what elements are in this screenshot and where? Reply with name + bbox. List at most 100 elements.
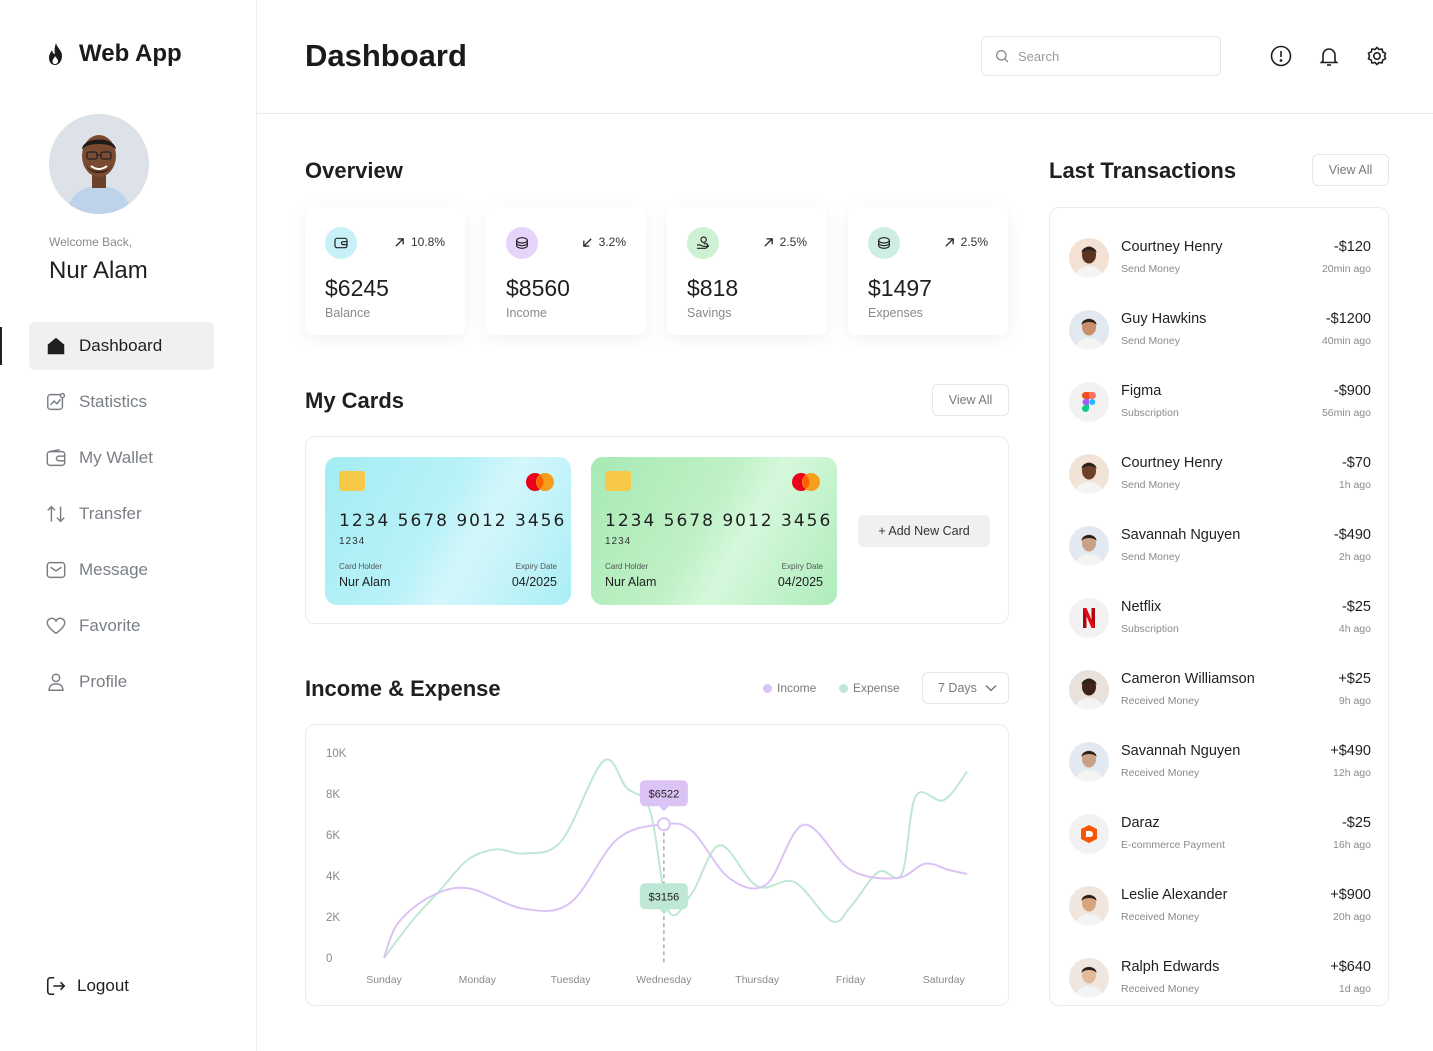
sidebar-item-label: Favorite: [79, 616, 141, 635]
sidebar-item-statistics[interactable]: Statistics: [29, 378, 214, 426]
stat-card-balance[interactable]: 10.8% $6245 Balance: [305, 207, 465, 335]
sidebar-item-dashboard[interactable]: Dashboard: [29, 322, 214, 370]
search-box[interactable]: [981, 36, 1221, 76]
logout-label: Logout: [77, 976, 129, 995]
person-avatar-icon: [1069, 742, 1109, 782]
cards-panel: 1234 5678 9012 3456 1234 Card Holder Nur…: [305, 436, 1009, 624]
transaction-type: Send Money: [1121, 263, 1180, 275]
transaction-amount: +$25: [1338, 671, 1371, 687]
income-expense-title: Income & Expense: [305, 676, 501, 701]
cards-view-all-button[interactable]: View All: [932, 384, 1009, 416]
credit-card[interactable]: 1234 5678 9012 3456 1234 Card Holder Nur…: [325, 457, 571, 605]
card-holder-label: Card Holder: [605, 562, 649, 571]
transaction-amount: -$70: [1341, 455, 1371, 471]
person-avatar-icon: [1069, 886, 1109, 926]
logout-icon: [46, 976, 66, 996]
legend-dot: [763, 683, 772, 693]
card-holder-name: Nur Alam: [339, 575, 391, 589]
stat-change: 10.8%: [394, 235, 445, 249]
logout-button[interactable]: Logout: [45, 974, 129, 998]
user-name: Nur Alam: [49, 257, 148, 284]
transaction-time: 1h ago: [1338, 479, 1371, 491]
brand[interactable]: Web App: [45, 40, 182, 68]
person-avatar-icon: [1069, 958, 1109, 998]
stat-card-income[interactable]: 3.2% $8560 Income: [486, 207, 646, 335]
transactions-view-all-button[interactable]: View All: [1312, 154, 1389, 186]
sidebar-item-message[interactable]: Message: [29, 546, 214, 594]
transaction-row[interactable]: Cameron Williamson Received Money +$25 9h a…: [1050, 659, 1390, 719]
profile-icon: [48, 673, 64, 691]
add-new-card-button[interactable]: + Add New Card: [858, 515, 990, 547]
person-avatar-icon: [1069, 526, 1109, 566]
sidebar-item-label: Profile: [79, 672, 128, 691]
card-sub-number: 1234: [605, 536, 632, 547]
heart-icon: [46, 617, 66, 635]
transaction-row[interactable]: Courtney Henry Send Money -$70 1h ago: [1050, 443, 1390, 503]
transaction-type: Received Money: [1121, 767, 1200, 779]
coins-icon: [506, 227, 538, 259]
stat-change-value: 2.5%: [779, 235, 807, 249]
arrow-up-right-icon: [395, 237, 404, 247]
transaction-row[interactable]: Savannah Nguyen Send Money -$490 2h ago: [1050, 515, 1390, 575]
alert-icon[interactable]: [1269, 44, 1293, 68]
transaction-name: Leslie Alexander: [1121, 887, 1228, 903]
stat-change-value: 2.5%: [960, 235, 988, 249]
transaction-row[interactable]: Courtney Henry Send Money -$120 20min ago: [1050, 227, 1390, 287]
card-expiry-date: 04/2025: [511, 575, 557, 589]
transaction-name: Savannah Nguyen: [1121, 527, 1241, 543]
transaction-row[interactable]: Figma Subscription -$900 56min ago: [1050, 371, 1390, 431]
transaction-name: Savannah Nguyen: [1121, 743, 1241, 759]
legend-label: Income: [777, 681, 817, 695]
transaction-row[interactable]: Savannah Nguyen Received Money +$490 12h ag…: [1050, 731, 1390, 791]
sidebar-item-profile[interactable]: Profile: [29, 658, 214, 706]
transaction-row[interactable]: Netflix Subscription -$25 4h ago: [1050, 587, 1390, 647]
sidebar-item-label: Transfer: [79, 504, 142, 523]
credit-card[interactable]: 1234 5678 9012 3456 1234 Card Holder Nur…: [591, 457, 837, 605]
app-root: Web App Welcome Back, Nur Alam Dashboard…: [0, 0, 1433, 1051]
sidebar-item-favorite[interactable]: Favorite: [29, 602, 214, 650]
gear-icon[interactable]: [1365, 44, 1389, 68]
legend-expense[interactable]: Expense: [839, 681, 900, 695]
transaction-type: Subscription: [1121, 623, 1179, 635]
stat-value: $1497: [868, 275, 932, 301]
chevron-down-icon: [985, 684, 997, 692]
transaction-type: Subscription: [1121, 407, 1179, 419]
stat-change: 2.5%: [944, 235, 988, 249]
transaction-row[interactable]: Leslie Alexander Received Money +$900 20h a…: [1050, 875, 1390, 935]
transaction-time: 4h ago: [1338, 623, 1371, 635]
stat-label: Income: [506, 306, 547, 320]
transaction-time: 16h ago: [1333, 839, 1371, 851]
transaction-name: Daraz: [1121, 815, 1160, 831]
transaction-name: Netflix: [1121, 599, 1162, 615]
wallet-icon: [46, 449, 66, 467]
transaction-row[interactable]: Ralph Edwards Received Money +$640 1d ago: [1050, 947, 1390, 1007]
search-input[interactable]: [1018, 48, 1208, 64]
sidebar: Web App Welcome Back, Nur Alam Dashboard…: [0, 0, 257, 1051]
message-icon: [46, 561, 66, 579]
sidebar-item-label: Message: [79, 560, 148, 579]
tooltip-pointer: [658, 806, 669, 812]
transaction-amount: +$640: [1330, 959, 1371, 975]
page-title: Dashboard: [305, 38, 467, 73]
x-tick-label: Friday: [836, 974, 866, 986]
x-tick-label: Monday: [459, 974, 497, 986]
user-avatar[interactable]: [49, 114, 149, 214]
transaction-amount: -$1200: [1325, 311, 1371, 327]
range-select[interactable]: 7 Days: [922, 672, 1009, 704]
legend-income[interactable]: Income: [763, 681, 816, 695]
x-tick-label: Sunday: [366, 974, 402, 986]
transaction-row[interactable]: Daraz E-commerce Payment -$25 16h ago: [1050, 803, 1390, 863]
stat-label: Savings: [687, 306, 732, 320]
sidebar-item-my-wallet[interactable]: My Wallet: [29, 434, 214, 482]
search-icon: [996, 50, 1009, 63]
transaction-time: 2h ago: [1338, 551, 1371, 563]
bell-icon[interactable]: [1317, 44, 1341, 68]
stat-card-savings[interactable]: 2.5% $818 Savings: [667, 207, 827, 335]
arrow-down-left-icon: [582, 237, 592, 247]
card-expiry-label: Expiry Date: [781, 562, 823, 571]
y-tick-label: 0: [326, 953, 332, 965]
stat-card-expenses[interactable]: 2.5% $1497 Expenses: [848, 207, 1008, 335]
sidebar-item-transfer[interactable]: Transfer: [29, 490, 214, 538]
card-chip-icon: [605, 471, 631, 491]
transaction-row[interactable]: Guy Hawkins Send Money -$1200 40min ago: [1050, 299, 1390, 359]
